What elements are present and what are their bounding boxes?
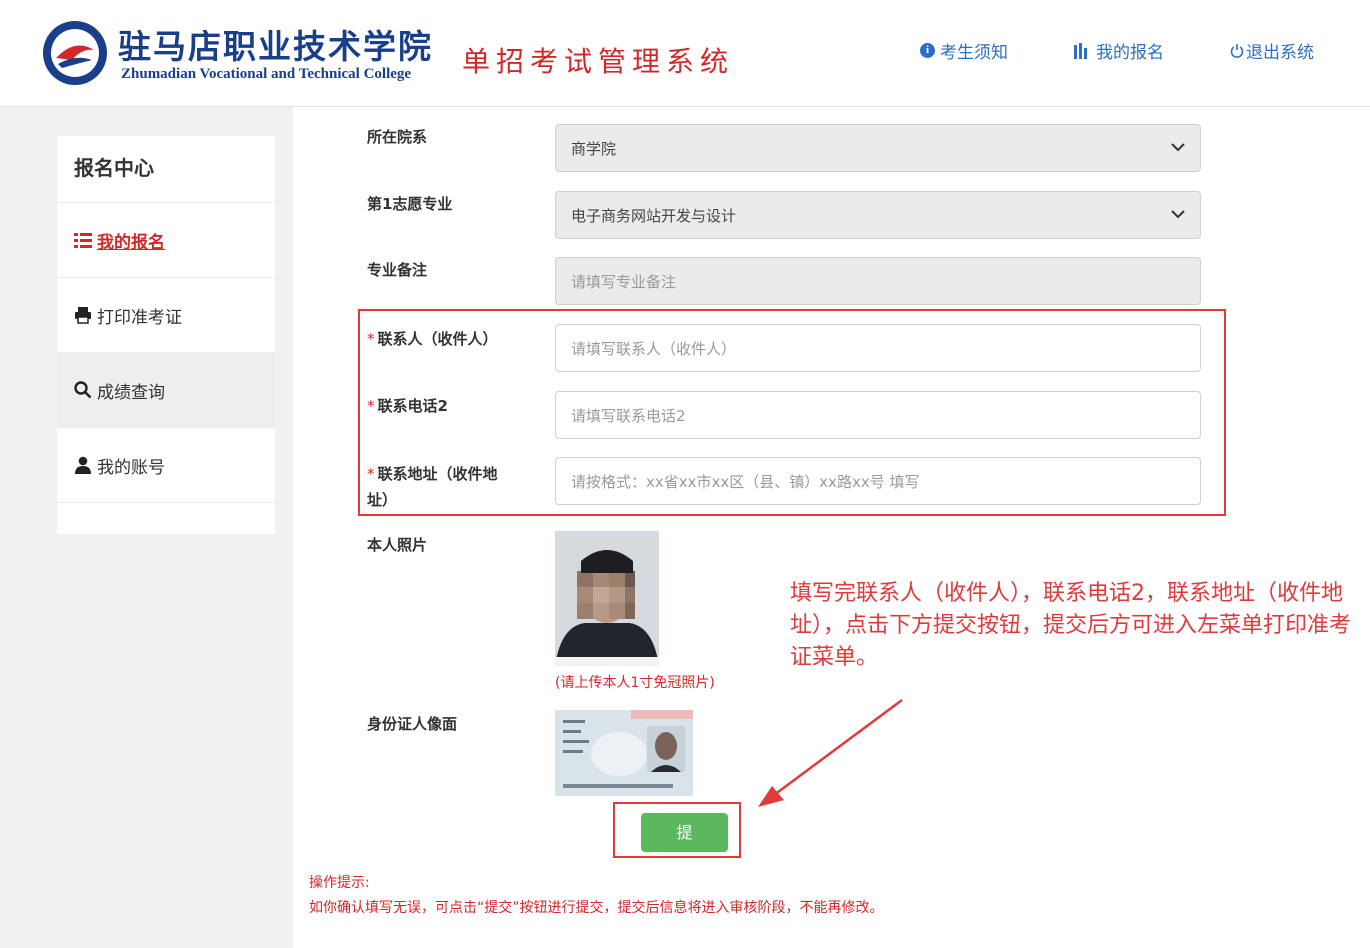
sidebar-item-my-account[interactable]: 我的账号 — [57, 428, 275, 503]
required-mark: * — [367, 330, 375, 348]
department-value: 商学院 — [571, 139, 617, 158]
address-label: * 联系地址（收件地 址） — [367, 461, 498, 513]
sidebar-item-label: 我的账号 — [97, 457, 165, 478]
id-card-image[interactable] — [555, 710, 693, 796]
major-note-input[interactable]: 请填写专业备注 — [555, 257, 1201, 305]
phone2-placeholder: 请填写联系电话2 — [571, 406, 686, 425]
profile-photo[interactable] — [555, 531, 659, 666]
address-label-line1: 联系地址（收件地 — [377, 465, 498, 483]
sidebar-title: 报名中心 — [57, 136, 275, 203]
school-name-cn: 驻马店职业技术学院 — [118, 27, 433, 66]
required-mark: * — [367, 465, 375, 483]
major-note-label: 专业备注 — [367, 261, 428, 279]
operation-hint-body: 如你确认填写无误，可点击“提交”按钮进行提交，提交后信息将进入审核阶段，不能再修… — [309, 900, 884, 916]
nav-my-registration-label: 我的报名 — [1096, 43, 1164, 63]
sidebar-item-label: 我的报名 — [97, 232, 165, 253]
department-select[interactable]: 商学院 — [555, 124, 1201, 172]
info-circle-icon: i — [920, 43, 935, 58]
annotation-arrow-icon — [758, 698, 903, 807]
sidebar-item-my-registration[interactable]: 我的报名 — [57, 203, 275, 278]
contact-placeholder: 请填写联系人（收件人） — [571, 339, 737, 358]
id-card-icon — [555, 710, 693, 796]
bar-chart-icon — [1074, 42, 1087, 59]
address-placeholder: 请按格式：xx省xx市xx区（县、镇）xx路xx号 填写 — [571, 472, 920, 491]
nav-exam-notice[interactable]: i 考生须知 — [920, 38, 1008, 63]
major-note-placeholder: 请填写专业备注 — [571, 272, 677, 291]
phone2-label-text: 联系电话2 — [377, 397, 448, 415]
nav-exam-notice-label: 考生须知 — [940, 43, 1008, 63]
sidebar-item-label: 打印准考证 — [97, 307, 182, 328]
person-photo-icon — [555, 531, 659, 666]
page-header: 驻马店职业技术学院 Zhumadian Vocational and Techn… — [0, 0, 1370, 107]
user-icon — [75, 456, 91, 474]
power-icon — [1230, 44, 1244, 58]
school-emblem-icon — [43, 21, 107, 85]
phone2-input[interactable]: 请填写联系电话2 — [555, 391, 1201, 439]
phone2-label: * 联系电话2 — [367, 395, 448, 416]
list-icon — [74, 233, 92, 248]
nav-logout-label: 退出系统 — [1246, 43, 1314, 63]
system-title: 单招考试管理系统 — [462, 45, 735, 78]
sidebar-item-print-admission[interactable]: 打印准考证 — [57, 278, 275, 353]
photo-label: 本人照片 — [367, 536, 428, 554]
photo-upload-note: (请上传本人1寸免冠照片) — [555, 675, 715, 691]
major-value: 电子商务网站开发与设计 — [571, 206, 737, 225]
department-label: 所在院系 — [367, 128, 428, 146]
sidebar-item-score-query[interactable]: 成绩查询 — [57, 353, 275, 428]
address-input[interactable]: 请按格式：xx省xx市xx区（县、镇）xx路xx号 填写 — [555, 457, 1201, 505]
required-mark: * — [367, 397, 375, 415]
contact-label-text: 联系人（收件人） — [377, 330, 498, 348]
major-select[interactable]: 电子商务网站开发与设计 — [555, 191, 1201, 239]
operation-hint-title: 操作提示: — [309, 875, 370, 891]
sidebar-item-label: 成绩查询 — [97, 382, 165, 403]
chevron-down-icon — [1171, 210, 1185, 219]
id-card-label: 身份证人像面 — [367, 715, 458, 733]
printer-icon — [75, 307, 91, 324]
contact-label: * 联系人（收件人） — [367, 328, 498, 349]
nav-logout[interactable]: 退出系统 — [1230, 38, 1314, 63]
contact-input[interactable]: 请填写联系人（收件人） — [555, 324, 1201, 372]
submit-button[interactable]: 提交 — [641, 813, 728, 881]
instruction-annotation: 填写完联系人（收件人），联系电话2，联系地址（收件地址），点击下方提交按钮，提交… — [790, 581, 1352, 670]
major-label: 第1志愿专业 — [367, 195, 453, 213]
school-name-en: Zhumadian Vocational and Technical Colle… — [121, 66, 412, 82]
chevron-down-icon — [1171, 143, 1185, 152]
search-icon — [74, 381, 92, 399]
address-label-line2: 址） — [367, 491, 398, 509]
nav-my-registration[interactable]: 我的报名 — [1073, 38, 1164, 63]
sidebar: 报名中心 我的报名 打印准考证 成绩查询 我的账号 — [57, 136, 275, 534]
